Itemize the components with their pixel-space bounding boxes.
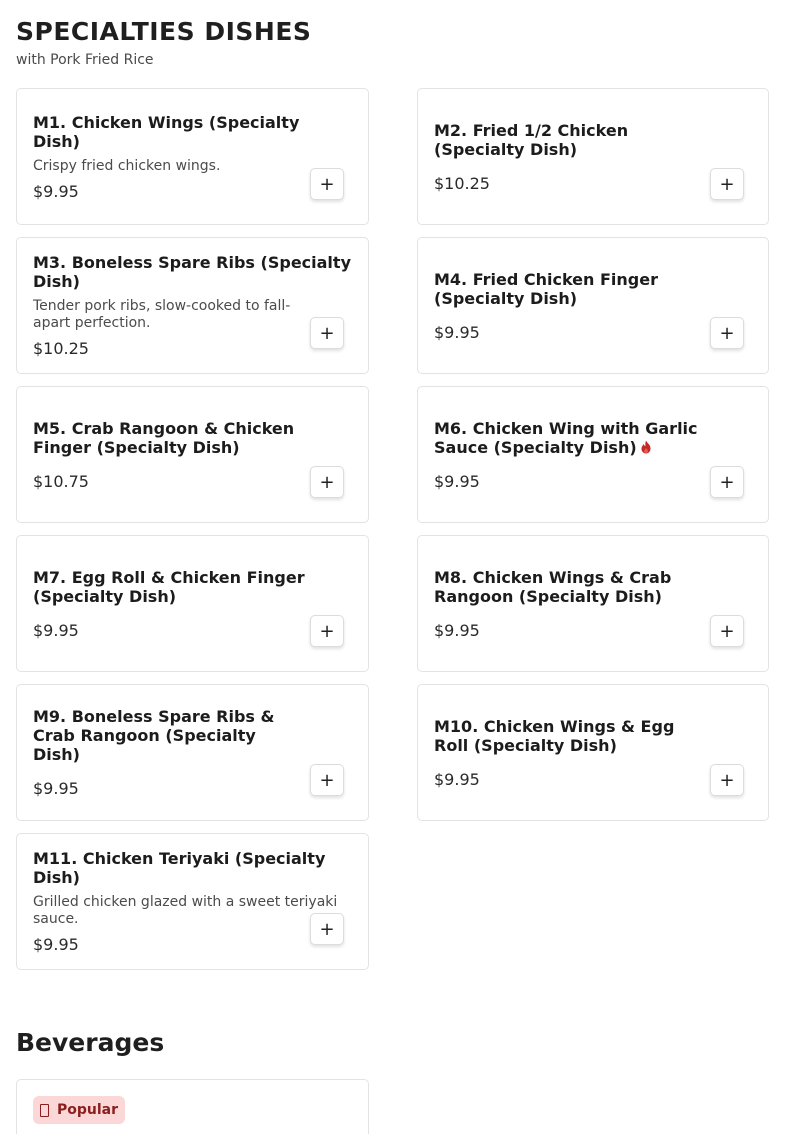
menu-item-card[interactable]: M8. Chicken Wings & Crab Rangoon (Specia… <box>417 535 769 672</box>
plus-icon: + <box>319 471 335 493</box>
menu-item-price: $10.75 <box>33 471 89 491</box>
menu-item-name: M11. Chicken Teriyaki (Specialty Dish) <box>33 849 326 887</box>
menu-item-price: $9.95 <box>434 471 480 491</box>
plus-icon: + <box>319 620 335 642</box>
menu-item-price: $9.95 <box>434 620 480 640</box>
menu-item-body: M1. Chicken Wings (Specialty Dish) Crisp… <box>33 89 308 224</box>
menu-item-description: Grilled chicken glazed with a sweet teri… <box>33 894 338 927</box>
plus-icon: + <box>319 173 335 195</box>
plus-icon: + <box>319 918 335 940</box>
plus-icon: + <box>719 620 735 642</box>
menu-item-price: $9.95 <box>434 322 480 342</box>
beverages-section-title: Beverages <box>16 1028 165 1057</box>
plus-icon: + <box>319 322 335 344</box>
add-item-button[interactable]: + <box>310 466 344 498</box>
menu-item-card[interactable]: M2. Fried 1/2 Chicken (Specialty Dish) $… <box>417 88 769 225</box>
menu-item-name: M7. Egg Roll & Chicken Finger (Specialty… <box>33 567 305 606</box>
add-item-button[interactable]: + <box>310 615 344 647</box>
menu-item-body: M6. Chicken Wing with Garlic Sauce (Spec… <box>434 387 708 522</box>
add-item-button[interactable]: + <box>710 168 744 200</box>
plus-icon: + <box>719 173 735 195</box>
popular-badge: Popular <box>33 1096 126 1124</box>
menu-item-body: M7. Egg Roll & Chicken Finger (Specialty… <box>33 536 308 671</box>
menu-item-name: M1. Chicken Wings (Specialty Dish) <box>33 112 300 151</box>
add-item-button[interactable]: + <box>310 168 344 200</box>
plus-icon: + <box>719 322 735 344</box>
menu-item-name: M3. Boneless Spare Ribs (Specialty Dish) <box>33 253 351 291</box>
menu-item-card[interactable]: M5. Crab Rangoon & Chicken Finger (Speci… <box>16 386 369 523</box>
menu-item-description: Crispy fried chicken wings. <box>33 157 221 174</box>
menu-item-card[interactable]: M9. Boneless Spare Ribs & Crab Rangoon (… <box>16 684 369 821</box>
menu-item-body: M4. Fried Chicken Finger (Specialty Dish… <box>434 238 708 373</box>
plus-icon: + <box>319 769 335 791</box>
plus-icon: + <box>719 471 735 493</box>
add-item-button[interactable]: + <box>710 764 744 796</box>
menu-item-body: M8. Chicken Wings & Crab Rangoon (Specia… <box>434 536 708 671</box>
menu-item-body: M2. Fried 1/2 Chicken (Specialty Dish) $… <box>434 89 708 224</box>
add-item-button[interactable]: + <box>710 466 744 498</box>
menu-item-price: $9.95 <box>434 769 480 789</box>
add-item-button[interactable]: + <box>710 615 744 647</box>
section-subtitle: with Pork Fried Rice <box>16 52 154 68</box>
menu-item-price: $10.25 <box>434 173 490 193</box>
menu-item-body: M5. Crab Rangoon & Chicken Finger (Speci… <box>33 387 308 522</box>
add-item-button[interactable]: + <box>710 317 744 349</box>
menu-item-name: M6. Chicken Wing with Garlic Sauce (Spec… <box>434 418 698 457</box>
popular-badge-label: Popular <box>57 1102 119 1118</box>
menu-item-card[interactable]: M3. Boneless Spare Ribs (Specialty Dish)… <box>16 237 369 374</box>
menu-item-description: Tender pork ribs, slow-cooked to fall-ap… <box>33 298 291 331</box>
menu-item-price: $9.95 <box>33 181 79 201</box>
menu-item-card[interactable]: M7. Egg Roll & Chicken Finger (Specialty… <box>16 535 369 672</box>
plus-icon: + <box>719 769 735 791</box>
menu-item-name-row: M6. Chicken Wing with Garlic Sauce (Spec… <box>434 419 708 457</box>
popular-icon <box>40 1103 49 1117</box>
menu-item-card[interactable]: M6. Chicken Wing with Garlic Sauce (Spec… <box>417 386 769 523</box>
menu-item-price: $10.25 <box>33 339 89 358</box>
menu-item-name: M9. Boneless Spare Ribs & Crab Rangoon (… <box>33 707 275 764</box>
add-item-button[interactable]: + <box>310 317 344 349</box>
menu-item-name: M2. Fried 1/2 Chicken (Specialty Dish) <box>434 120 629 159</box>
menu-item-body: M10. Chicken Wings & Egg Roll (Specialty… <box>434 685 708 820</box>
menu-item-body: M11. Chicken Teriyaki (Specialty Dish) G… <box>33 834 352 969</box>
menu-item-name: M8. Chicken Wings & Crab Rangoon (Specia… <box>434 567 672 606</box>
menu-item-card[interactable]: M4. Fried Chicken Finger (Specialty Dish… <box>417 237 769 374</box>
menu-item-price: $9.95 <box>33 935 79 954</box>
section-title: SPECIALTIES DISHES <box>16 17 312 46</box>
menu-item-card[interactable]: Popular <box>16 1079 369 1134</box>
menu-item-price: $9.95 <box>33 620 79 640</box>
menu-item-name: M10. Chicken Wings & Egg Roll (Specialty… <box>434 716 675 755</box>
menu-item-body: M3. Boneless Spare Ribs (Specialty Dish)… <box>33 238 352 373</box>
menu-item-card[interactable]: M1. Chicken Wings (Specialty Dish) Crisp… <box>16 88 369 225</box>
menu-item-card[interactable]: M11. Chicken Teriyaki (Specialty Dish) G… <box>16 833 369 970</box>
menu-item-name: M4. Fried Chicken Finger (Specialty Dish… <box>434 269 658 308</box>
flame-icon <box>641 440 651 453</box>
menu-item-card[interactable]: M10. Chicken Wings & Egg Roll (Specialty… <box>417 684 769 821</box>
add-item-button[interactable]: + <box>310 764 344 796</box>
menu-item-name: M5. Crab Rangoon & Chicken Finger (Speci… <box>33 418 295 457</box>
menu-item-price: $9.95 <box>33 779 79 798</box>
menu-page: SPECIALTIES DISHES with Pork Fried Rice … <box>0 0 785 1134</box>
menu-item-body: M9. Boneless Spare Ribs & Crab Rangoon (… <box>33 685 308 820</box>
add-item-button[interactable]: + <box>310 913 344 945</box>
